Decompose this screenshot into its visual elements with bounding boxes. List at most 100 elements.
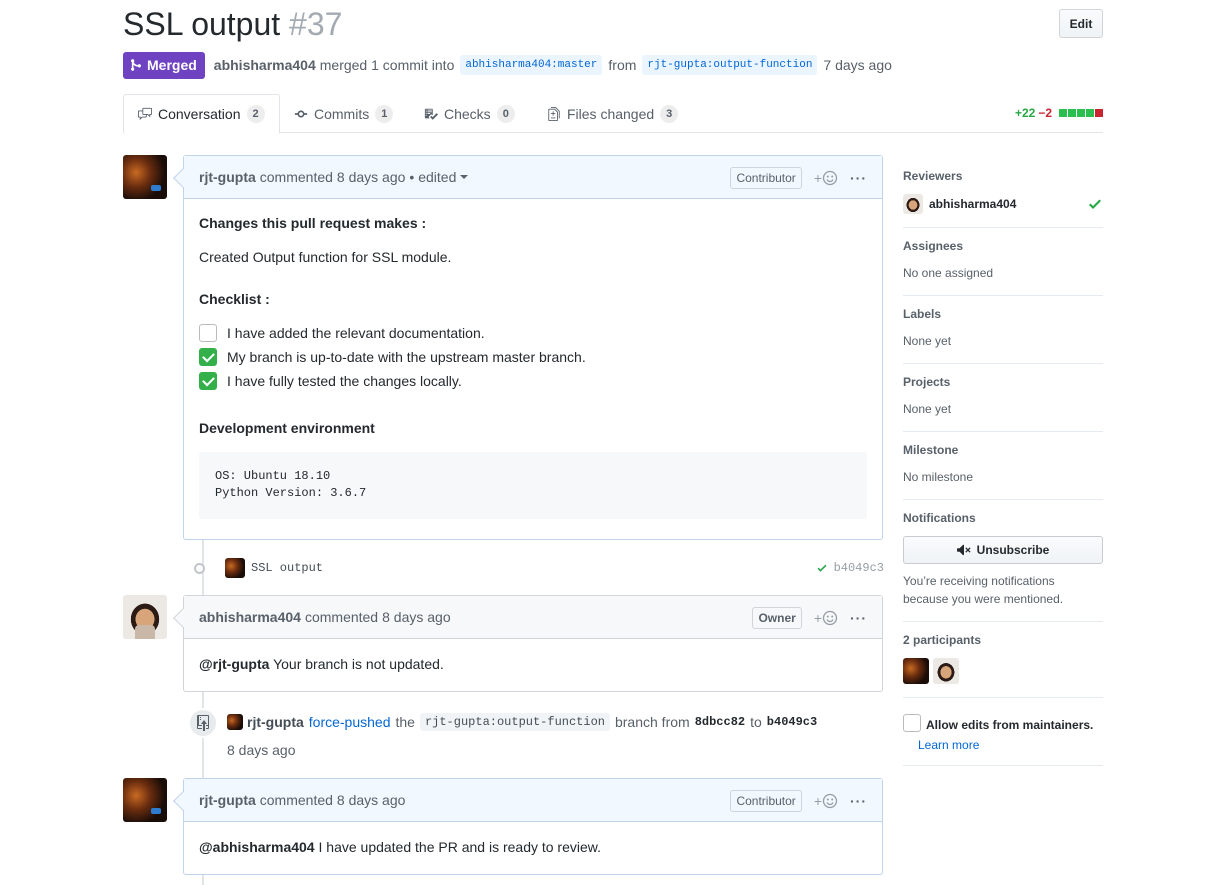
sidebar-labels: Labels None yet	[903, 296, 1103, 364]
kebab-menu-icon[interactable]: ···	[850, 610, 867, 626]
head-ref[interactable]: rjt-gupta:output-function	[642, 55, 818, 75]
add-reaction-button[interactable]: +	[814, 170, 838, 186]
pusher-name[interactable]: rjt-gupta	[247, 714, 304, 730]
checklist-item: I have added the relevant documentation.	[199, 321, 867, 345]
assignees-title[interactable]: Assignees	[903, 239, 1103, 253]
avatar[interactable]	[123, 595, 167, 639]
check-icon	[817, 564, 827, 572]
comment-author[interactable]: rjt-gupta	[199, 169, 256, 185]
force-push-badge	[188, 708, 218, 738]
milestone-title[interactable]: Milestone	[903, 443, 1103, 457]
edited-dropdown[interactable]: • edited	[409, 169, 469, 185]
labels-title[interactable]: Labels	[903, 307, 1103, 321]
merged-time: 7 days ago	[823, 57, 892, 73]
checklist-item-text: I have fully tested the changes locally.	[227, 373, 462, 389]
force-push-time[interactable]: 8 days ago	[227, 742, 296, 758]
caret-down-icon	[460, 175, 469, 179]
diffstat-block	[1086, 109, 1094, 117]
comment-text: Your branch is not updated.	[273, 656, 444, 672]
reviewer-avatar[interactable]	[903, 194, 923, 214]
timeline-commit: SSL output b4049c3	[194, 555, 884, 581]
pr-tabs: Conversation 2 Commits 1 Checks 0 Files …	[123, 94, 1103, 134]
user-mention[interactable]: @abhisharma404	[199, 839, 315, 855]
comment-box: abhisharma404 commented 8 days ago Owner…	[173, 595, 883, 692]
comment-author[interactable]: rjt-gupta	[199, 792, 256, 808]
heading-checklist: Checklist :	[199, 291, 270, 307]
participant-avatar[interactable]	[933, 658, 959, 684]
plus-glyph: +	[813, 169, 822, 186]
sidebar-reviewers: Reviewers abhisharma404	[903, 158, 1103, 228]
comment-action: commented	[304, 609, 379, 625]
task-checkbox[interactable]	[199, 324, 217, 342]
comment-author[interactable]: abhisharma404	[199, 609, 301, 625]
file-diff-icon	[548, 106, 560, 121]
changes-text: Created Output function for SSL module.	[199, 249, 452, 265]
deletions-count: −2	[1038, 106, 1052, 120]
notification-reason-line: because you were mentioned.	[903, 592, 1064, 606]
pr-title: SSL output	[123, 6, 281, 42]
avatar[interactable]	[123, 778, 167, 822]
comment-box: rjt-gupta commented 8 days ago • edited …	[173, 155, 883, 540]
tab-files-changed[interactable]: Files changed 3	[533, 94, 692, 133]
participant-avatar[interactable]	[903, 658, 929, 684]
kebab-menu-icon[interactable]: ···	[850, 170, 867, 186]
tab-commits-count: 1	[375, 104, 394, 123]
checklist-item-text: I have added the relevant documentation.	[227, 325, 485, 341]
diff-blocks	[1058, 106, 1103, 120]
learn-more-link[interactable]: Learn more	[918, 738, 1103, 752]
task-checkbox-checked[interactable]	[199, 348, 217, 366]
commit-message[interactable]: SSL output	[251, 561, 323, 575]
projects-title[interactable]: Projects	[903, 375, 1103, 389]
comment-header: rjt-gupta commented 8 days ago • edited …	[184, 156, 882, 199]
sidebar-projects: Projects None yet	[903, 364, 1103, 432]
pusher-avatar[interactable]	[227, 714, 243, 730]
commit-author-avatar[interactable]	[225, 558, 245, 578]
allow-edits-label[interactable]: Allow edits from maintainers.	[926, 718, 1093, 732]
avatar[interactable]	[123, 155, 167, 199]
diffstat-block	[1068, 109, 1076, 117]
tab-checks-count: 0	[496, 104, 515, 123]
tab-commits[interactable]: Commits 1	[280, 94, 407, 133]
comment-time[interactable]: 8 days ago	[337, 169, 406, 185]
tab-conversation[interactable]: Conversation 2	[123, 94, 280, 134]
diffstat-block	[1077, 109, 1085, 117]
allow-edits-checkbox[interactable]	[903, 713, 921, 732]
merged-text: merged 1 commit into	[319, 57, 455, 73]
edit-button[interactable]: Edit	[1059, 9, 1103, 38]
branch-ref[interactable]: rjt-gupta:output-function	[419, 713, 610, 731]
check-icon	[1089, 199, 1101, 209]
tab-checks[interactable]: Checks 0	[410, 94, 529, 133]
comment-time[interactable]: 8 days ago	[337, 792, 406, 808]
git-merge-icon	[131, 59, 141, 71]
comment-discussion-icon	[138, 107, 152, 121]
checklist-item: My branch is up-to-date with the upstrea…	[199, 345, 867, 369]
kebab-menu-icon[interactable]: ···	[850, 793, 867, 809]
milestone-value: No milestone	[903, 470, 974, 484]
to-sha[interactable]: b4049c3	[767, 715, 817, 729]
commit-sha[interactable]: b4049c3	[834, 561, 884, 575]
sidebar-participants: 2 participants	[903, 622, 1103, 698]
timeline-line	[202, 874, 204, 885]
notifications-title: Notifications	[903, 511, 976, 525]
add-reaction-button[interactable]: +	[814, 793, 838, 809]
user-mention[interactable]: @rjt-gupta	[199, 656, 269, 672]
checklist-icon	[424, 108, 438, 120]
diffstat: +22 −2	[1015, 106, 1103, 120]
base-ref[interactable]: abhisharma404:master	[460, 55, 603, 75]
checklist: I have added the relevant documentation.…	[199, 321, 867, 393]
additions-count: +22	[1014, 106, 1036, 120]
sidebar-allow-edits: Allow edits from maintainers. Learn more	[903, 698, 1103, 766]
reviewer-name[interactable]: abhisharma404	[929, 197, 1016, 211]
reviewers-title[interactable]: Reviewers	[903, 169, 1103, 183]
force-pushed-link[interactable]: force-pushed	[309, 714, 391, 730]
edited-label: • edited	[409, 169, 457, 185]
unsubscribe-button[interactable]: Unsubscribe	[903, 536, 1103, 564]
from-sha[interactable]: 8dbcc82	[695, 715, 745, 729]
pr-meta: Merged abhisharma404 merged 1 commit int…	[123, 51, 892, 79]
comment-time[interactable]: 8 days ago	[382, 609, 451, 625]
task-checkbox-checked[interactable]	[199, 372, 217, 390]
merger-link[interactable]: abhisharma404	[214, 57, 316, 73]
add-reaction-button[interactable]: +	[814, 610, 838, 626]
tab-files-label: Files changed	[567, 105, 655, 122]
owner-label: Owner	[752, 606, 802, 629]
